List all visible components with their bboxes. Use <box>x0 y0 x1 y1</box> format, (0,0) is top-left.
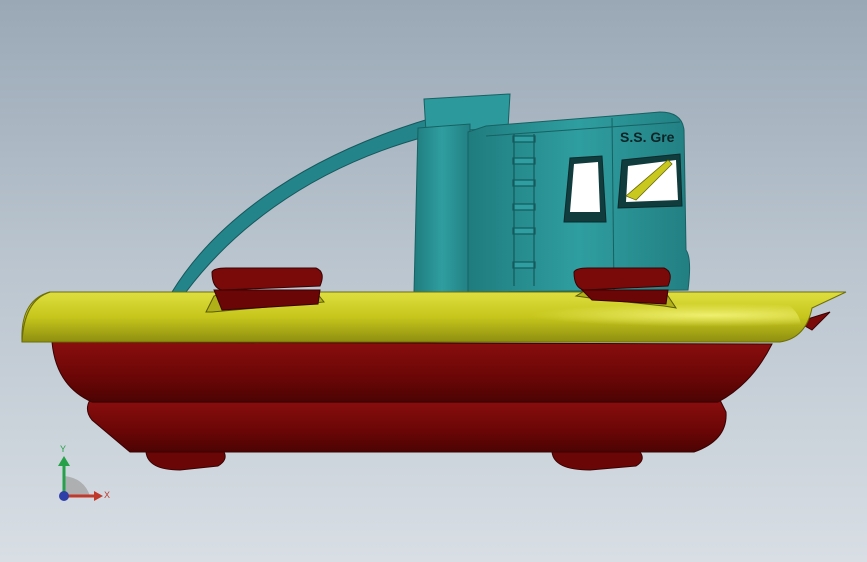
triad-y-label: Y <box>60 444 66 454</box>
hull-lower <box>86 399 727 453</box>
cabin-side-window-glass <box>570 162 600 212</box>
triad-x-label: X <box>104 490 110 500</box>
funnel-body <box>413 123 471 293</box>
arch-boom <box>171 117 433 293</box>
hull-name: S.S. Gre <box>620 129 675 145</box>
hull-skeg-front <box>145 451 226 471</box>
hull-skeg-rear <box>551 451 643 471</box>
triad-z-axis <box>59 491 69 501</box>
graphics-viewport[interactable]: S.S. Gre Y X <box>0 0 867 562</box>
hull-upper <box>51 341 773 403</box>
coordinate-triad[interactable]: Y X <box>40 438 120 508</box>
boat-model[interactable]: S.S. Gre <box>0 0 867 562</box>
